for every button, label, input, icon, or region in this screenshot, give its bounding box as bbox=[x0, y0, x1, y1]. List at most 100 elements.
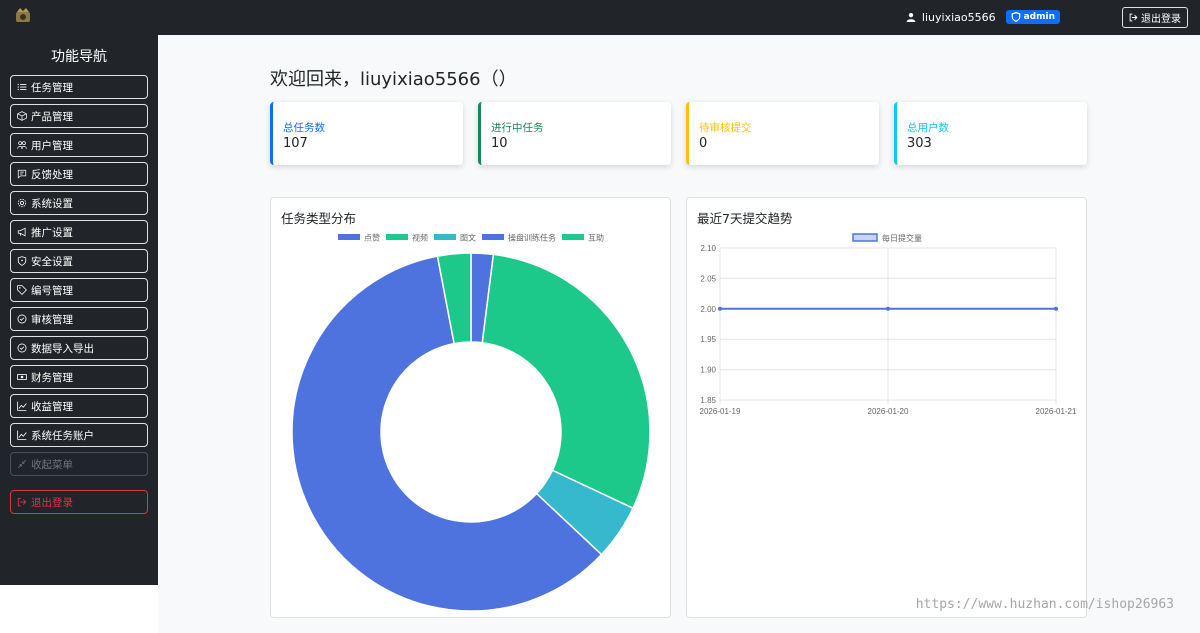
person-icon bbox=[906, 12, 916, 22]
role-badge-label: admin bbox=[1023, 12, 1055, 22]
x-tick-label: 2026-01-19 bbox=[700, 407, 741, 416]
tag-icon bbox=[17, 285, 27, 295]
legend-label: 互助 bbox=[588, 233, 604, 243]
legend-swatch bbox=[386, 234, 408, 240]
sidebar-item-user-management[interactable]: 用户管理 bbox=[10, 133, 148, 157]
logout-label: 退出登录 bbox=[1141, 14, 1181, 25]
stat-label: 总任务数 bbox=[283, 122, 325, 134]
shield-icon bbox=[17, 256, 27, 266]
y-tick-label: 2.10 bbox=[700, 244, 716, 253]
line-chart: 每日提交量 2.10 2.05 2.00 1.95 1.90 1.85 2026-01-19 2… bbox=[700, 233, 1077, 416]
megaphone-icon bbox=[17, 227, 26, 237]
user-info: liuyixiao5566 admin bbox=[906, 10, 1060, 24]
sidebar-item-label: 收益管理 bbox=[31, 400, 73, 413]
y-tick-label: 1.85 bbox=[700, 396, 716, 405]
check-circle-icon bbox=[17, 314, 27, 324]
legend-label: 视频 bbox=[412, 233, 428, 243]
list-icon bbox=[17, 83, 27, 91]
stat-card-total-users: 总用户数 303 bbox=[894, 102, 1087, 165]
data-point bbox=[1054, 306, 1058, 311]
sidebar-item-feedback[interactable]: 反馈处理 bbox=[10, 162, 148, 186]
sidebar-logout-label: 退出登录 bbox=[31, 496, 73, 509]
sidebar-item-label: 推广设置 bbox=[31, 226, 73, 239]
collapse-arrows-icon bbox=[17, 459, 27, 469]
sidebar-item-label: 数据导入导出 bbox=[31, 342, 94, 355]
gear-icon bbox=[17, 198, 27, 208]
top-navbar: liuyixiao5566 admin 退出登录 bbox=[0, 0, 1200, 35]
collapse-menu-label: 收起菜单 bbox=[31, 458, 73, 471]
graph-icon bbox=[17, 430, 27, 440]
username: liuyixiao5566 bbox=[921, 10, 996, 24]
sidebar-item-label: 财务管理 bbox=[31, 371, 73, 384]
logout-icon bbox=[1129, 13, 1138, 22]
check-circle-icon bbox=[17, 343, 27, 353]
sidebar-item-label: 审核管理 bbox=[31, 313, 73, 326]
stat-value: 10 bbox=[491, 136, 508, 151]
x-tick-label: 2026-01-20 bbox=[868, 407, 909, 416]
legend-swatch bbox=[482, 234, 504, 240]
sidebar-item-label: 任务管理 bbox=[31, 81, 73, 94]
sidebar-item-label: 系统设置 bbox=[31, 197, 73, 210]
stat-card-pending-review: 待审核提交 0 bbox=[686, 102, 879, 165]
sidebar-item-number-management[interactable]: 编号管理 bbox=[10, 278, 148, 302]
sidebar-item-finance-management[interactable]: 财务管理 bbox=[10, 365, 148, 389]
logout-icon bbox=[17, 497, 27, 507]
sidebar-item-revenue-management[interactable]: 收益管理 bbox=[10, 394, 148, 418]
sidebar-logout-button[interactable]: 退出登录 bbox=[10, 490, 148, 514]
pie-slice bbox=[481, 253, 651, 510]
chat-icon bbox=[17, 169, 27, 179]
sidebar-item-security-settings[interactable]: 安全设置 bbox=[10, 249, 148, 273]
box-icon bbox=[17, 111, 27, 121]
y-tick-label: 1.90 bbox=[700, 366, 716, 375]
legend-swatch bbox=[852, 233, 878, 242]
legend-label: 操盘训练任务 bbox=[508, 233, 556, 243]
graph-icon bbox=[17, 401, 27, 411]
sidebar-item-data-import-export[interactable]: 数据导入导出 bbox=[10, 336, 148, 360]
legend-swatch bbox=[338, 234, 360, 240]
welcome-heading: 欢迎回来，liuyixiao5566（） bbox=[270, 69, 517, 90]
people-icon bbox=[17, 141, 27, 149]
stat-value: 0 bbox=[699, 136, 708, 151]
sidebar-item-system-task-account[interactable]: 系统任务账户 bbox=[10, 423, 148, 447]
role-badge: admin bbox=[1005, 10, 1060, 24]
sidebar-item-promotion-settings[interactable]: 推广设置 bbox=[10, 220, 148, 244]
legend-swatch bbox=[562, 234, 584, 240]
stat-label: 总用户数 bbox=[907, 122, 949, 134]
y-tick-label: 2.00 bbox=[700, 305, 716, 314]
y-tick-label: 1.95 bbox=[700, 335, 716, 344]
sidebar-item-product-management[interactable]: 产品管理 bbox=[10, 104, 148, 128]
main-content: 欢迎回来，liuyixiao5566（） 总任务数 107 进行中任务 10 待… bbox=[158, 35, 1200, 633]
sidebar-item-label: 产品管理 bbox=[31, 110, 73, 123]
legend-label: 图文 bbox=[460, 233, 476, 243]
submission-trend-chart-panel: 最近7天提交趋势 每日提交量 2.10 2.05 2.00 1.95 1.90 1.85 20… bbox=[686, 197, 1087, 618]
x-tick-label: 2026-01-21 bbox=[1036, 407, 1077, 416]
sidebar-item-system-settings[interactable]: 系统设置 bbox=[10, 191, 148, 215]
sidebar-item-label: 反馈处理 bbox=[31, 168, 73, 181]
legend-label: 每日提交量 bbox=[882, 233, 922, 243]
stat-value: 107 bbox=[283, 136, 308, 151]
watermark: https://www.huzhan.com/ishop26963 bbox=[915, 597, 1174, 612]
sidebar-item-label: 系统任务账户 bbox=[31, 429, 94, 442]
sidebar-item-task-management[interactable]: 任务管理 bbox=[10, 75, 148, 99]
stat-label: 进行中任务 bbox=[491, 122, 544, 134]
doughnut-chart: 点赞 视频 图文 操盘训练任务 互助 bbox=[291, 233, 651, 612]
collapse-menu-button[interactable]: 收起菜单 bbox=[10, 452, 148, 476]
sidebar-item-label: 编号管理 bbox=[31, 284, 73, 297]
cash-icon bbox=[17, 374, 27, 380]
legend-swatch bbox=[434, 234, 456, 240]
sidebar-title: 功能导航 bbox=[51, 49, 107, 65]
task-type-chart-panel: 任务类型分布 点赞 视频 图文 操盘训练任务 互助 bbox=[270, 197, 671, 618]
stat-card-active-tasks: 进行中任务 10 bbox=[478, 102, 671, 165]
stat-value: 303 bbox=[907, 136, 932, 151]
sidebar: 功能导航 任务管理 产品管理 用户管理 反馈处理 系统设置 推广设置 安全设置 bbox=[0, 35, 158, 585]
sidebar-nav: 任务管理 产品管理 用户管理 反馈处理 系统设置 推广设置 安全设置 编号管理 bbox=[10, 75, 148, 519]
data-point bbox=[718, 306, 722, 311]
logo-icon[interactable] bbox=[13, 6, 33, 26]
legend-label: 点赞 bbox=[364, 233, 380, 243]
logout-button[interactable]: 退出登录 bbox=[1122, 7, 1188, 28]
y-tick-label: 2.05 bbox=[700, 274, 716, 283]
sidebar-item-label: 用户管理 bbox=[31, 139, 73, 152]
sidebar-item-review-management[interactable]: 审核管理 bbox=[10, 307, 148, 331]
stat-label: 待审核提交 bbox=[699, 122, 752, 134]
sidebar-item-label: 安全设置 bbox=[31, 255, 73, 268]
